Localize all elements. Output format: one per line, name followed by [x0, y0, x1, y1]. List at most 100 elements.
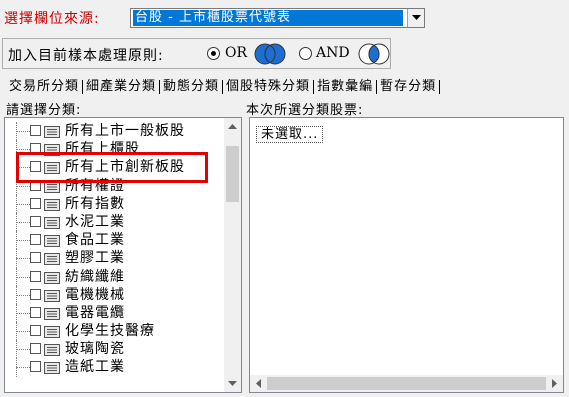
- tab-divider: [439, 80, 441, 94]
- folder-icon: [44, 307, 60, 320]
- tree-item[interactable]: 所有上市一般板股: [5, 122, 225, 141]
- folder-icon: [44, 143, 60, 157]
- folder-icon: [44, 252, 60, 266]
- tree-item-label: 紡織纖維: [65, 268, 125, 285]
- tree-item[interactable]: 紡織纖維: [5, 267, 225, 286]
- tree-item-label: 所有上櫃股: [65, 141, 140, 158]
- tree-connector: [16, 312, 30, 314]
- tree-connector: [16, 276, 30, 278]
- tree-item[interactable]: 化學生技醫療: [5, 322, 225, 341]
- tree-item-label: 所有上市一般板股: [65, 123, 185, 139]
- dropdown-arrow-icon[interactable]: [407, 9, 424, 27]
- scroll-thumb[interactable]: [267, 377, 547, 390]
- tree-item-label: 水泥工業: [65, 213, 125, 230]
- selected-horizontal-scrollbar[interactable]: [250, 375, 563, 392]
- source-dropdown[interactable]: 台股 - 上市櫃股票代號表: [130, 8, 425, 28]
- tree-item-label: 造紙工業: [65, 359, 125, 376]
- tree-connector: [16, 185, 30, 187]
- checkbox[interactable]: [30, 143, 41, 155]
- selected-stocks-panel[interactable]: 未選取...: [249, 117, 564, 393]
- folder-icon: [44, 271, 60, 284]
- tab-exchange[interactable]: 交易所分類: [6, 78, 83, 96]
- tab-industry[interactable]: 細產業分類: [83, 78, 159, 96]
- tree-item-label: 所有權證: [65, 177, 125, 194]
- folder-icon: [44, 361, 60, 375]
- checkbox[interactable]: [30, 288, 41, 300]
- tree-connector: [16, 367, 30, 369]
- or-radio[interactable]: [207, 47, 220, 60]
- category-tabs: 交易所分類 細產業分類 動態分類 個股特殊分類 指數彙編 暫存分類: [6, 78, 441, 96]
- tree-item-label: 塑膠工業: [65, 250, 125, 267]
- tab-special[interactable]: 個股特殊分類: [223, 78, 313, 96]
- tree-item[interactable]: 食品工業: [5, 231, 225, 250]
- tree-connector: [16, 349, 30, 351]
- tree-item-label: 化學生技醫療: [65, 323, 155, 340]
- checkbox[interactable]: [30, 215, 41, 227]
- checkbox[interactable]: [30, 197, 41, 209]
- scroll-up-icon[interactable]: [224, 118, 241, 135]
- tree-connector: [16, 258, 30, 260]
- source-label: 選擇欄位來源:: [4, 11, 100, 27]
- folder-icon: [44, 325, 60, 339]
- category-list: 所有上市一般板股 所有上櫃股 所有上市創新板股 所有權證 所有指數 水泥工業食品工業 塑膠工…: [5, 122, 225, 377]
- checkbox[interactable]: [30, 252, 41, 264]
- folder-icon: [44, 289, 60, 302]
- scroll-right-icon[interactable]: [546, 375, 563, 392]
- folder-icon: [44, 234, 60, 248]
- tree-vertical-scrollbar[interactable]: [224, 118, 241, 392]
- folder-icon: [44, 161, 60, 175]
- tree-connector: [16, 221, 30, 223]
- checkbox[interactable]: [30, 125, 41, 136]
- tab-temp[interactable]: 暫存分類: [377, 78, 439, 96]
- folder-icon: [44, 216, 60, 229]
- tree-item-label: 電器電纜: [65, 304, 125, 321]
- scroll-down-icon[interactable]: [224, 375, 241, 392]
- tree-item[interactable]: 造紙工業: [5, 358, 225, 377]
- checkbox[interactable]: [30, 270, 41, 282]
- folder-icon: [44, 180, 60, 193]
- tree-item[interactable]: 所有上市創新板股: [5, 158, 225, 177]
- checkbox[interactable]: [30, 325, 41, 337]
- and-radio[interactable]: [299, 47, 312, 60]
- tree-item[interactable]: 所有上櫃股: [5, 140, 225, 159]
- tree-item[interactable]: 塑膠工業: [5, 249, 225, 268]
- scroll-thumb[interactable]: [226, 146, 239, 202]
- tab-dynamic[interactable]: 動態分類: [160, 78, 222, 96]
- tree-item[interactable]: 所有權證: [5, 176, 225, 195]
- venn-and-icon: [358, 43, 390, 65]
- tree-connector: [16, 331, 30, 333]
- checkbox[interactable]: [30, 306, 41, 318]
- scroll-left-icon[interactable]: [250, 375, 267, 392]
- folder-icon: [44, 198, 60, 211]
- tree-connector: [16, 294, 30, 296]
- tree-item[interactable]: 水泥工業: [5, 212, 225, 232]
- tree-connector: [16, 240, 30, 242]
- checkbox[interactable]: [30, 361, 41, 373]
- tree-item[interactable]: 電器電纜: [5, 303, 225, 323]
- principle-group: 加入目前樣本處理原則: OR AND: [2, 38, 391, 69]
- source-selected-value: 台股 - 上市櫃股票代號表: [133, 10, 403, 26]
- principle-label: 加入目前樣本處理原則:: [8, 48, 164, 64]
- tree-connector: [16, 203, 30, 205]
- tree-connector: [16, 149, 30, 151]
- venn-or-icon: [254, 43, 286, 65]
- tree-item[interactable]: 所有指數: [5, 194, 225, 213]
- tree-item-label: 玻璃陶瓷: [65, 341, 125, 358]
- and-label: AND: [316, 45, 350, 61]
- tree-connector: [16, 131, 30, 132]
- tab-index[interactable]: 指數彙編: [314, 78, 376, 96]
- checkbox[interactable]: [30, 234, 41, 246]
- selected-stock-item[interactable]: 未選取...: [256, 126, 324, 143]
- selected-stocks-header: 本次所選分類股票:: [246, 103, 364, 118]
- tree-item-label: 食品工業: [65, 232, 125, 249]
- checkbox[interactable]: [30, 161, 41, 173]
- folder-icon: [44, 343, 60, 357]
- tree-item-label: 所有指數: [65, 195, 125, 212]
- tree-item[interactable]: 玻璃陶瓷: [5, 340, 225, 359]
- tree-item[interactable]: 電機機械: [5, 285, 225, 304]
- category-tree[interactable]: 所有上市一般板股 所有上櫃股 所有上市創新板股 所有權證 所有指數 水泥工業食品工業 塑膠工…: [4, 117, 242, 393]
- tree-item-label: 所有上市創新板股: [65, 159, 185, 176]
- checkbox[interactable]: [30, 343, 41, 355]
- checkbox[interactable]: [30, 179, 41, 191]
- tree-connector: [16, 167, 30, 169]
